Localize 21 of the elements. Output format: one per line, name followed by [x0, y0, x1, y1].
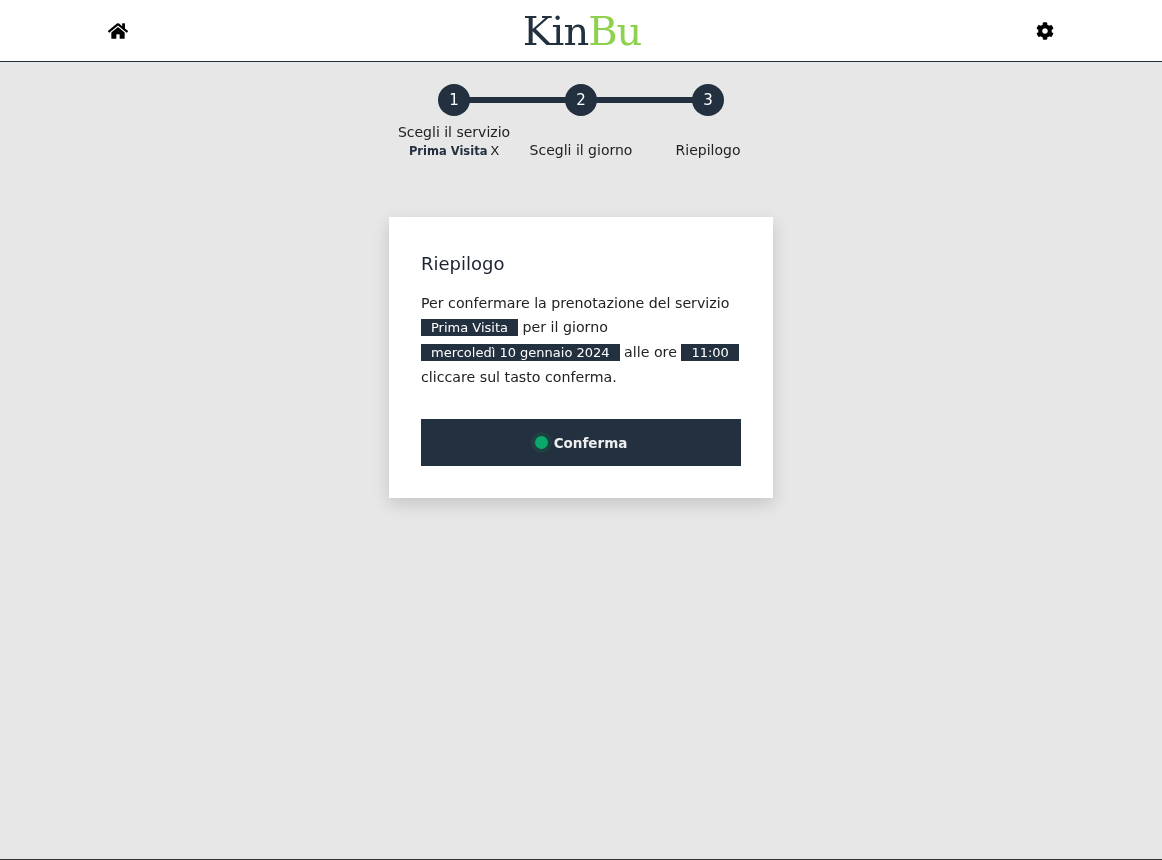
status-dot-icon: [534, 436, 548, 449]
value-tag: Prima Visita: [421, 319, 518, 336]
step-number: 3: [692, 84, 724, 116]
step-label: Riepilogo: [675, 142, 741, 158]
card-title: Riepilogo: [421, 253, 506, 274]
confirm-button[interactable]: Conferma: [421, 419, 741, 466]
remove-button[interactable]: X: [490, 143, 500, 158]
home-icon[interactable]: [108, 20, 128, 41]
step-label: Scegli il servizio: [397, 124, 511, 140]
summary-text: per il giorno: [522, 319, 608, 335]
value-tag: mercoledì 10 gennaio 2024: [421, 344, 620, 361]
settings-icon[interactable]: [1036, 21, 1054, 40]
logo: KinBu: [522, 7, 642, 54]
selected-service: Prima Visita: [408, 143, 488, 158]
summary-text: cliccare sul tasto conferma.: [421, 369, 617, 385]
step-label: Scegli il giorno: [529, 142, 633, 158]
step-number: 1: [438, 84, 470, 116]
summary-text: alle ore: [624, 344, 677, 360]
step-number: 2: [565, 84, 597, 116]
value-tag: 11:00: [681, 344, 739, 361]
summary-text: Per confermare la prenotazione del servizio: [421, 295, 730, 311]
